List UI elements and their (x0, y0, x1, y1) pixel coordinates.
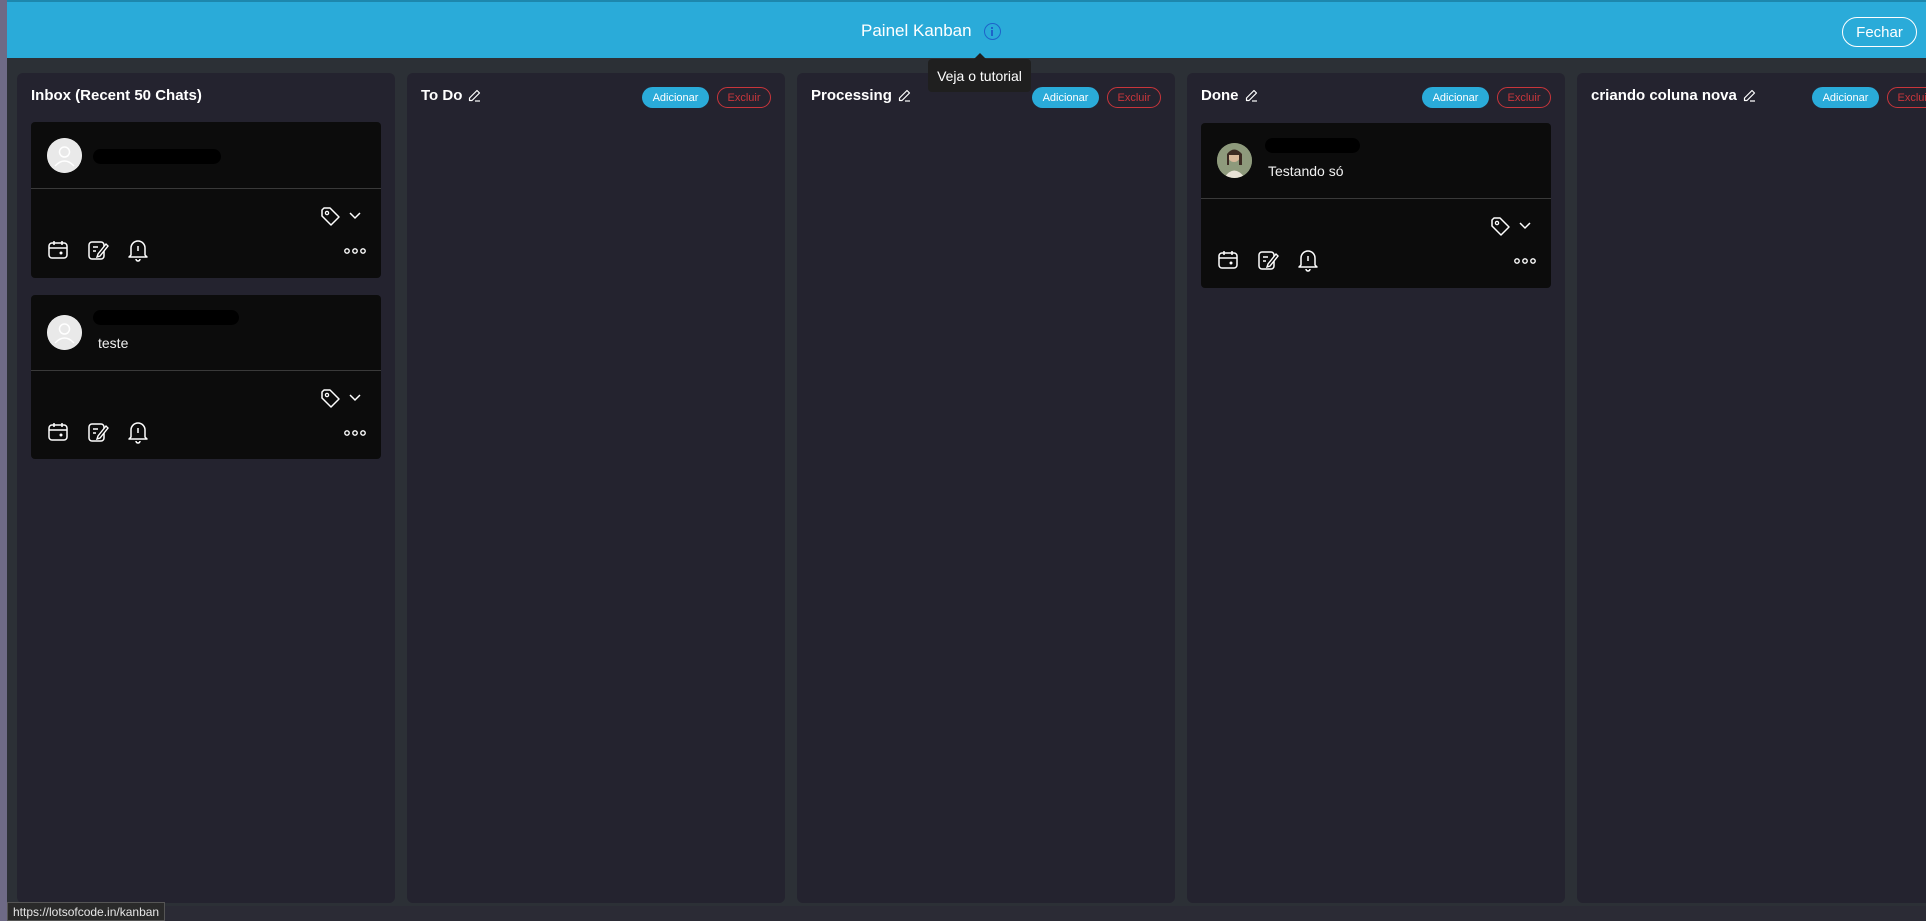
status-bar-url: https://lotsofcode.in/kanban (7, 902, 166, 921)
card-header: teste (31, 295, 381, 371)
calendar-icon[interactable] (1217, 249, 1239, 271)
delete-column-button[interactable]: Excluir (1887, 87, 1926, 108)
chevron-down-icon[interactable] (349, 212, 361, 220)
calendar-icon[interactable] (47, 421, 69, 443)
card-header: Testando só (1201, 123, 1551, 199)
delete-column-button[interactable]: Excluir (717, 87, 771, 108)
column-new: criando coluna nova Adicionar Excluir (1577, 73, 1926, 903)
avatar (1217, 143, 1252, 178)
add-card-button[interactable]: Adicionar (1812, 87, 1879, 108)
chevron-down-icon[interactable] (349, 394, 361, 402)
more-icon[interactable] (344, 430, 366, 436)
bell-icon[interactable] (1297, 248, 1319, 272)
column-done: Done Adicionar Excluir Testando só (1187, 73, 1565, 903)
chevron-down-icon[interactable] (1519, 222, 1531, 230)
column-title-text: To Do (421, 87, 463, 104)
info-icon[interactable] (984, 23, 1001, 40)
tag-icon[interactable] (319, 205, 341, 227)
edit-note-icon[interactable] (87, 239, 109, 261)
edit-note-icon[interactable] (1257, 249, 1279, 271)
redacted-contact-name (93, 310, 239, 325)
status-url-text: https://lotsofcode.in/kanban (13, 904, 160, 919)
column-title: To Do (421, 87, 481, 104)
more-icon[interactable] (344, 248, 366, 254)
column-title: criando coluna nova (1591, 87, 1756, 104)
pencil-icon[interactable] (1245, 89, 1258, 102)
close-button[interactable]: Fechar (1842, 17, 1917, 47)
card-last-message: Testando só (1268, 163, 1344, 179)
more-icon[interactable] (1514, 258, 1536, 264)
redacted-contact-name (1265, 138, 1360, 153)
calendar-icon[interactable] (47, 239, 69, 261)
tooltip: Veja o tutorial (928, 53, 1031, 92)
bell-icon[interactable] (127, 420, 149, 444)
pencil-icon[interactable] (468, 89, 481, 102)
add-card-button[interactable]: Adicionar (1422, 87, 1489, 108)
card-actions (1201, 199, 1551, 288)
column-processing: Processing Adicionar Excluir (797, 73, 1175, 903)
column-title: Processing (811, 87, 911, 104)
tooltip-text: Veja o tutorial (937, 67, 1022, 84)
delete-column-button[interactable]: Excluir (1497, 87, 1551, 108)
pencil-icon[interactable] (1743, 89, 1756, 102)
column-inbox: Inbox (Recent 50 Chats) teste (17, 73, 395, 903)
bell-icon[interactable] (127, 238, 149, 262)
page-title: Painel Kanban (861, 21, 972, 40)
column-title-text: criando coluna nova (1591, 87, 1737, 104)
card-actions (31, 371, 381, 459)
card-last-message: teste (98, 335, 129, 351)
avatar-placeholder-icon (47, 138, 82, 173)
column-title: Done (1201, 87, 1258, 104)
avatar-placeholder-icon (47, 315, 82, 350)
add-card-button[interactable]: Adicionar (642, 87, 709, 108)
column-title-text: Processing (811, 87, 892, 104)
chat-card[interactable] (31, 122, 381, 278)
tag-icon[interactable] (1489, 215, 1511, 237)
column-title-text: Done (1201, 87, 1239, 104)
delete-column-button[interactable]: Excluir (1107, 87, 1161, 108)
add-card-button[interactable]: Adicionar (1032, 87, 1099, 108)
edit-note-icon[interactable] (87, 421, 109, 443)
tag-icon[interactable] (319, 387, 341, 409)
column-title-text: Inbox (Recent 50 Chats) (31, 87, 202, 104)
header-bar: Painel Kanban Fechar (7, 0, 1926, 58)
column-title: Inbox (Recent 50 Chats) (31, 87, 202, 104)
redacted-contact-name (93, 149, 221, 164)
pencil-icon[interactable] (898, 89, 911, 102)
card-actions (31, 189, 381, 278)
chat-card[interactable]: Testando só (1201, 123, 1551, 288)
card-header (31, 122, 381, 189)
tooltip-arrow (974, 53, 986, 59)
window-edge (0, 0, 7, 921)
chat-card[interactable]: teste (31, 295, 381, 459)
column-todo: To Do Adicionar Excluir (407, 73, 785, 903)
